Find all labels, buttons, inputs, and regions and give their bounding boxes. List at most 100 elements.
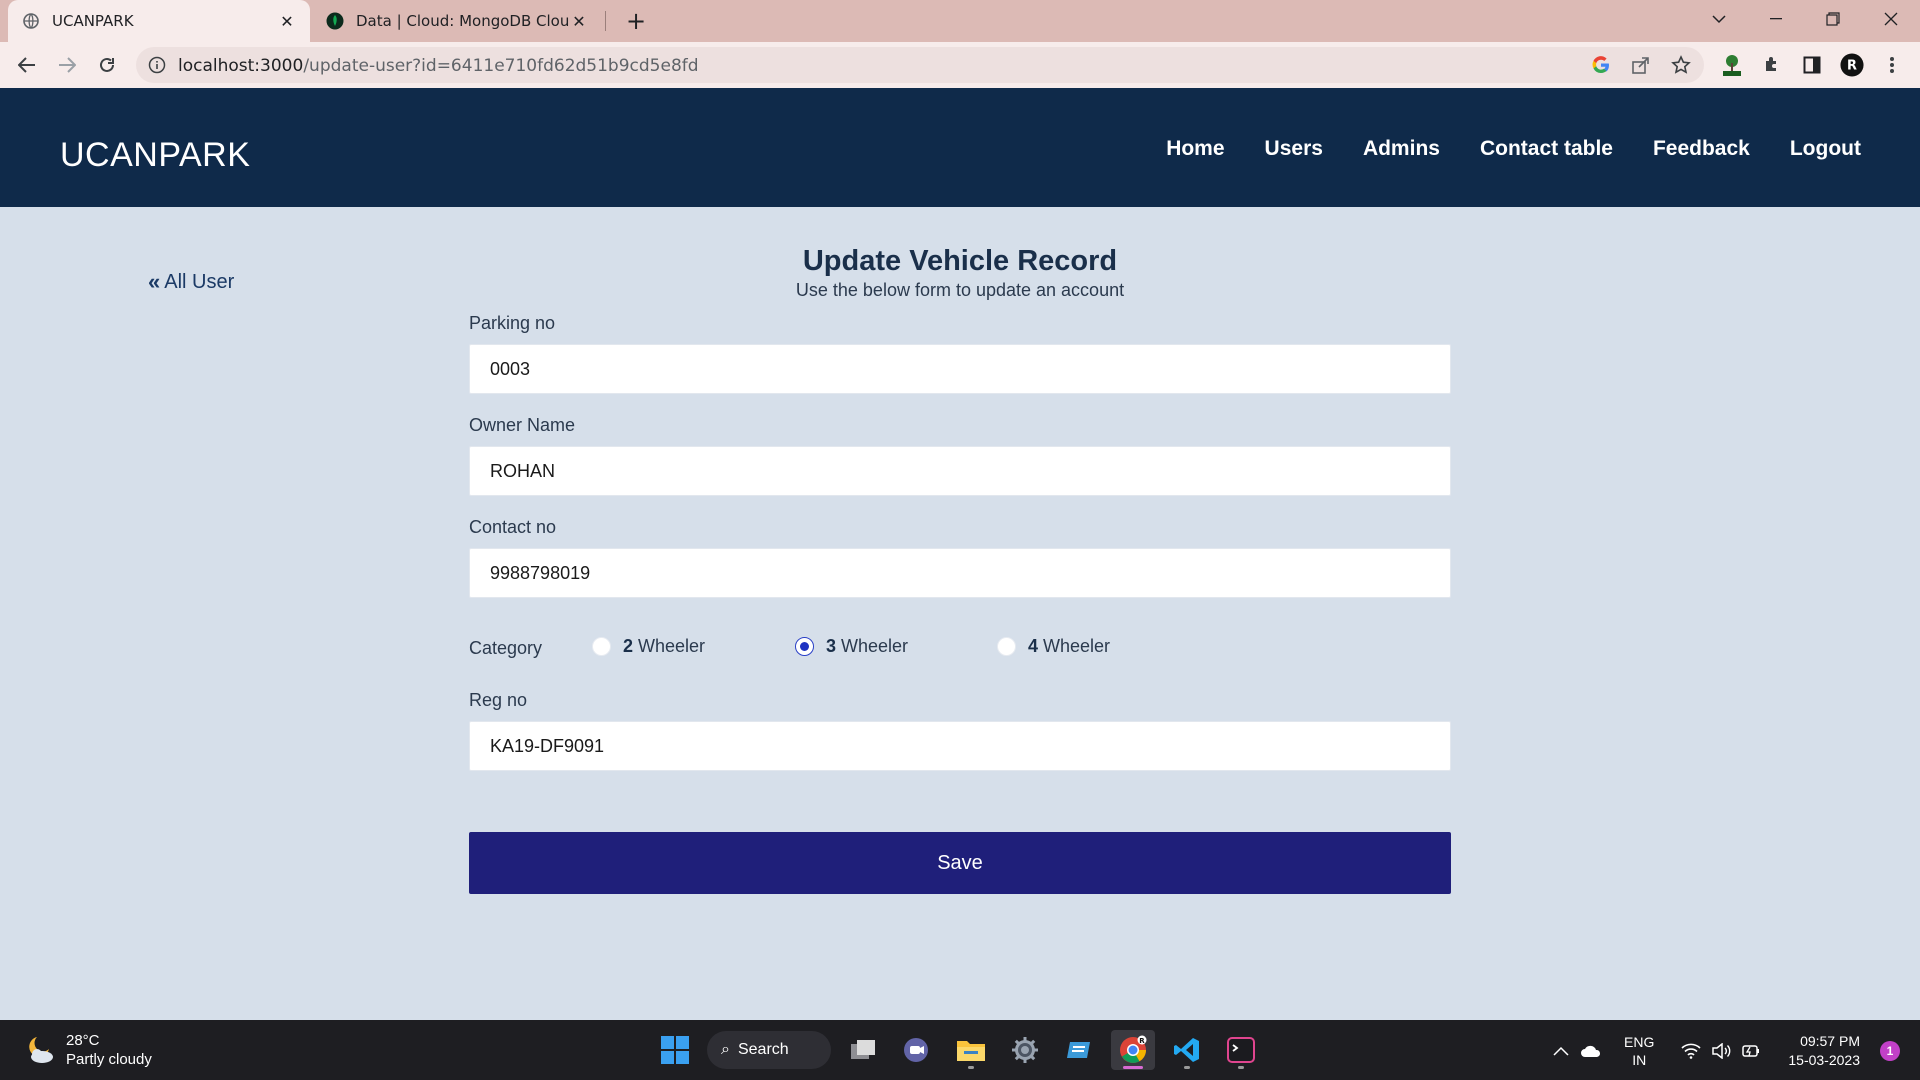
site-info-icon[interactable]: [148, 56, 166, 74]
page-subtitle: Use the below form to update an account: [795, 280, 1125, 300]
language-indicator[interactable]: ENG IN: [1624, 1033, 1654, 1069]
taskbar-search[interactable]: ⌕ Search: [707, 1031, 831, 1069]
url-text[interactable]: localhost:3000/update-user?id=6411e710fd…: [178, 56, 699, 76]
search-icon: ⌕: [721, 1041, 730, 1058]
running-indicator: [1238, 1066, 1244, 1069]
volume-icon[interactable]: [1708, 1038, 1734, 1064]
minimize-icon[interactable]: [1753, 0, 1799, 38]
nav-contact-table[interactable]: Contact table: [1480, 137, 1613, 161]
new-tab-plus-icon[interactable]: +: [624, 7, 648, 35]
tab-mongodb[interactable]: Data | Cloud: MongoDB Cloud ✕: [312, 0, 602, 42]
lang-top: ENG: [1624, 1034, 1655, 1050]
url-host: localhost:3000: [178, 56, 304, 76]
url-path: /update-user?id=6411e710fd62d51b9cd5e8fd: [303, 56, 699, 76]
radio-button[interactable]: [997, 637, 1016, 656]
nav-logout[interactable]: Logout: [1790, 137, 1861, 161]
close-tab-icon[interactable]: ✕: [570, 12, 588, 31]
radio-button-checked[interactable]: [795, 637, 814, 656]
extensions-puzzle-icon[interactable]: [1760, 53, 1784, 77]
bookmark-star-icon[interactable]: [1670, 54, 1692, 76]
category-radio-group: Category 2 Wheeler 3 Wheeler 4 Wheeler: [469, 636, 1451, 662]
browser-tab-bar: UCANPARK ✕ Data | Cloud: MongoDB Cloud ✕…: [0, 0, 1920, 42]
settings-gear-icon[interactable]: [1003, 1030, 1047, 1070]
all-user-back-link[interactable]: « All User: [148, 269, 234, 295]
page-title: Update Vehicle Record: [802, 245, 1118, 277]
owner-name-input[interactable]: [469, 446, 1451, 496]
owner-name-label: Owner Name: [469, 415, 576, 435]
partly-cloudy-night-icon: [22, 1033, 56, 1067]
category-4-wheeler-option[interactable]: 4 Wheeler: [997, 636, 1110, 657]
reload-icon[interactable]: [92, 50, 122, 80]
reg-no-input[interactable]: [469, 721, 1451, 771]
html-extension-icon[interactable]: [1720, 53, 1744, 77]
parking-no-label: Parking no: [469, 313, 556, 333]
notification-badge[interactable]: 1: [1880, 1041, 1900, 1061]
browser-toolbar: localhost:3000/update-user?id=6411e710fd…: [0, 42, 1920, 88]
main-nav: Home Users Admins Contact table Feedback…: [1166, 137, 1861, 161]
wheeler-label: Wheeler: [841, 636, 909, 656]
system-clock[interactable]: 09:57 PM 15-03-2023: [1788, 1032, 1860, 1070]
wheeler-count: 3: [826, 636, 837, 656]
windows-taskbar: 28°C Partly cloudy ⌕ Search R ENG IN 09:…: [0, 1020, 1920, 1080]
wheeler-count: 2: [623, 636, 634, 656]
terminal-icon[interactable]: [1219, 1030, 1263, 1070]
clock-date: 15-03-2023: [1788, 1052, 1860, 1068]
svg-text:R: R: [1139, 1037, 1145, 1045]
kebab-menu-icon[interactable]: [1880, 53, 1904, 77]
close-tab-icon[interactable]: ✕: [278, 12, 296, 31]
save-button[interactable]: Save: [469, 832, 1451, 894]
tab-title: UCANPARK: [52, 12, 134, 30]
category-3-wheeler-option[interactable]: 3 Wheeler: [795, 636, 908, 657]
clock-time: 09:57 PM: [1800, 1033, 1860, 1049]
lang-bottom: IN: [1632, 1052, 1647, 1068]
double-chevron-left-icon: «: [148, 269, 161, 294]
category-2-wheeler-option[interactable]: 2 Wheeler: [592, 636, 705, 657]
restore-icon[interactable]: [1810, 0, 1856, 38]
close-window-icon[interactable]: [1868, 0, 1914, 38]
weather-widget[interactable]: 28°C Partly cloudy: [22, 1031, 152, 1069]
contact-no-label: Contact no: [469, 517, 557, 537]
onedrive-cloud-icon[interactable]: [1578, 1038, 1604, 1064]
mongodb-leaf-icon: [326, 12, 344, 30]
svg-text:R: R: [1847, 59, 1857, 74]
store-app-icon[interactable]: [1057, 1030, 1101, 1070]
task-view-icon[interactable]: [841, 1030, 885, 1070]
share-icon[interactable]: [1630, 54, 1652, 76]
file-explorer-icon[interactable]: [949, 1030, 993, 1070]
tab-ucanpark[interactable]: UCANPARK ✕: [8, 0, 310, 42]
profile-avatar[interactable]: R: [1840, 53, 1864, 77]
temperature: 28°C: [66, 1032, 100, 1049]
weather-description: Partly cloudy: [66, 1051, 152, 1068]
tab-title: Data | Cloud: MongoDB Cloud: [356, 12, 570, 30]
nav-feedback[interactable]: Feedback: [1653, 137, 1750, 161]
active-indicator: [1123, 1066, 1143, 1069]
contact-no-input[interactable]: [469, 548, 1451, 598]
running-indicator: [1184, 1066, 1190, 1069]
globe-icon: [22, 12, 40, 30]
forward-arrow-icon[interactable]: [52, 50, 82, 80]
nav-home[interactable]: Home: [1166, 137, 1224, 161]
tab-search-chevron-icon[interactable]: [1696, 0, 1742, 38]
nav-admins[interactable]: Admins: [1363, 137, 1440, 161]
parking-no-input[interactable]: [469, 344, 1451, 394]
start-windows-icon[interactable]: [653, 1030, 697, 1070]
wheeler-count: 4: [1028, 636, 1039, 656]
nav-users[interactable]: Users: [1265, 137, 1323, 161]
vscode-icon[interactable]: [1165, 1030, 1209, 1070]
back-link-label: All User: [164, 270, 235, 293]
google-icon[interactable]: [1590, 54, 1612, 76]
battery-charging-icon[interactable]: [1738, 1038, 1764, 1064]
chevron-up-icon[interactable]: [1548, 1038, 1574, 1064]
chat-video-icon[interactable]: [895, 1030, 939, 1070]
wifi-icon[interactable]: [1678, 1038, 1704, 1064]
radio-button[interactable]: [592, 637, 611, 656]
brand-logo[interactable]: UCANPARK: [60, 136, 250, 175]
back-arrow-icon[interactable]: [12, 50, 42, 80]
reg-no-label: Reg no: [469, 690, 528, 710]
taskbar-apps: ⌕ Search R: [653, 1030, 1263, 1070]
chrome-icon[interactable]: R: [1111, 1030, 1155, 1070]
side-panel-icon[interactable]: [1800, 53, 1824, 77]
wheeler-label: Wheeler: [638, 636, 706, 656]
tab-divider: [605, 11, 606, 31]
address-bar[interactable]: localhost:3000/update-user?id=6411e710fd…: [136, 47, 1704, 83]
